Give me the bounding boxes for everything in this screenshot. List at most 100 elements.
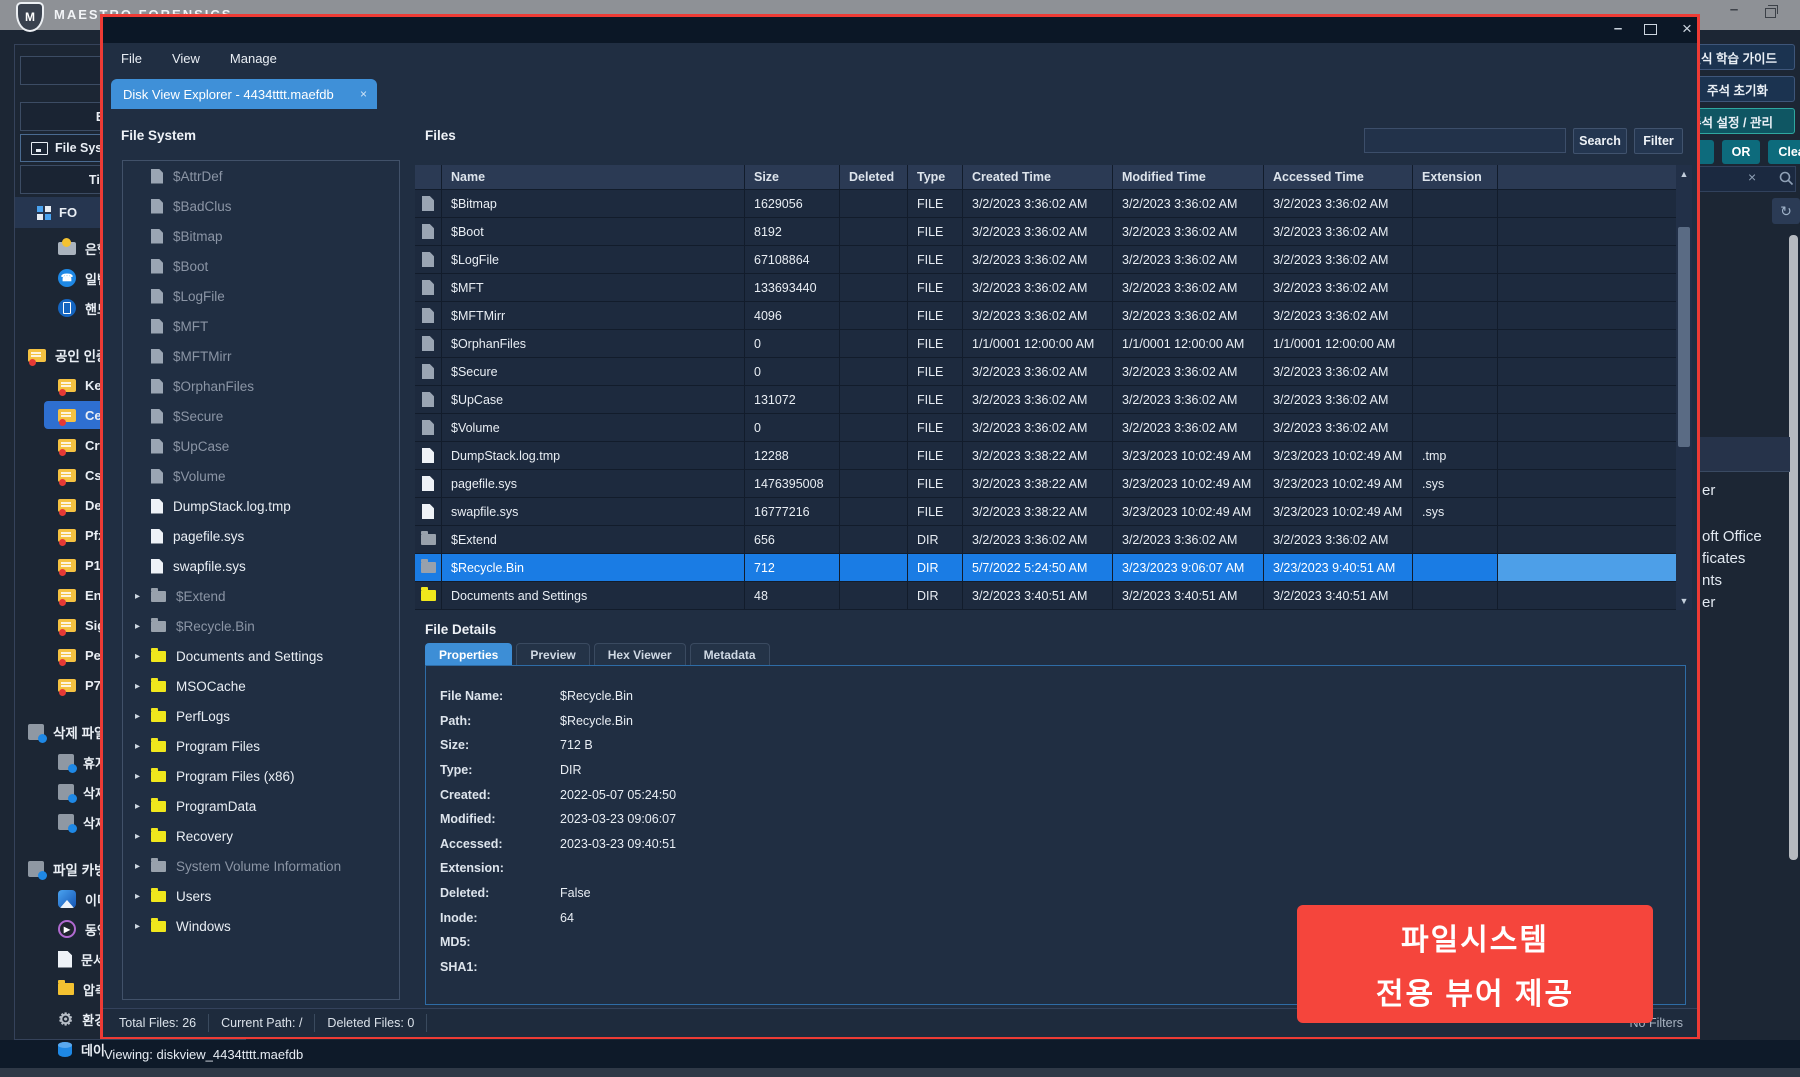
tree-item[interactable]: $Boot: [123, 251, 399, 281]
search-button[interactable]: Search: [1573, 128, 1627, 154]
table-row[interactable]: DumpStack.log.tmp 12288 FILE 3/2/2023 3:…: [415, 442, 1692, 470]
tab-disk-view-explorer[interactable]: Disk View Explorer - 4434tttt.maefdb ×: [111, 79, 377, 109]
app-restore-icon[interactable]: [1765, 8, 1776, 18]
property-label: MD5:: [426, 935, 560, 949]
expand-arrow-icon[interactable]: ▸: [135, 831, 151, 842]
details-tab[interactable]: Metadata: [690, 643, 770, 666]
table-row[interactable]: $Recycle.Bin 712 DIR 5/7/2022 5:24:50 AM…: [415, 554, 1692, 582]
cell-blank: [1498, 274, 1692, 302]
header-type[interactable]: Type: [908, 165, 963, 190]
header-created[interactable]: Created Time: [963, 165, 1113, 190]
tree-item[interactable]: $MFTMirr: [123, 341, 399, 371]
tree-item[interactable]: ▸ Recovery: [123, 821, 399, 851]
table-row[interactable]: $LogFile 67108864 FILE 3/2/2023 3:36:02 …: [415, 246, 1692, 274]
tree-item-icon: [151, 621, 166, 632]
property-row: Created: 2022-05-07 05:24:50: [426, 782, 1685, 807]
tree-item[interactable]: ▸ System Volume Information: [123, 851, 399, 881]
tab-title: Disk View Explorer - 4434tttt.maefdb: [123, 87, 334, 102]
table-row[interactable]: Documents and Settings 48 DIR 3/2/2023 3…: [415, 582, 1692, 610]
table-scrollbar[interactable]: ▲ ▼: [1676, 165, 1692, 610]
menu-view[interactable]: View: [172, 51, 200, 66]
refresh-icon[interactable]: ↻: [1772, 198, 1800, 224]
tree-item[interactable]: $Secure: [123, 401, 399, 431]
cell-size: 656: [745, 526, 840, 554]
expand-arrow-icon[interactable]: ▸: [135, 801, 151, 812]
expand-arrow-icon[interactable]: ▸: [135, 621, 151, 632]
header-size[interactable]: Size: [745, 165, 840, 190]
dialog-minimize-icon[interactable]: –: [1608, 20, 1628, 37]
tree-item[interactable]: ▸ $Recycle.Bin: [123, 611, 399, 641]
scroll-up-icon[interactable]: ▲: [1676, 167, 1692, 181]
files-title: Files: [425, 128, 456, 143]
tree-item[interactable]: $Bitmap: [123, 221, 399, 251]
expand-arrow-icon[interactable]: ▸: [135, 741, 151, 752]
tree-item[interactable]: DumpStack.log.tmp: [123, 491, 399, 521]
tree-item[interactable]: ▸ Windows: [123, 911, 399, 941]
expand-arrow-icon[interactable]: ▸: [135, 891, 151, 902]
dialog-maximize-icon[interactable]: [1644, 24, 1657, 35]
tree-item-icon: [151, 771, 166, 782]
tree-item[interactable]: ▸ Users: [123, 881, 399, 911]
tree-item[interactable]: $BadClus: [123, 191, 399, 221]
clear-search-icon[interactable]: ×: [1748, 169, 1756, 185]
clear-pill-button[interactable]: Clear: [1768, 140, 1800, 164]
expand-arrow-icon[interactable]: ▸: [135, 861, 151, 872]
header-accessed[interactable]: Accessed Time: [1264, 165, 1413, 190]
table-row[interactable]: $MFTMirr 4096 FILE 3/2/2023 3:36:02 AM 3…: [415, 302, 1692, 330]
table-row[interactable]: $Extend 656 DIR 3/2/2023 3:36:02 AM 3/2/…: [415, 526, 1692, 554]
tree-item[interactable]: ▸ MSOCache: [123, 671, 399, 701]
tree-item[interactable]: ▸ PerfLogs: [123, 701, 399, 731]
tree-item[interactable]: $OrphanFiles: [123, 371, 399, 401]
expand-arrow-icon[interactable]: ▸: [135, 591, 151, 602]
table-row[interactable]: $OrphanFiles 0 FILE 1/1/0001 12:00:00 AM…: [415, 330, 1692, 358]
or-pill-button[interactable]: OR: [1722, 140, 1760, 164]
table-row[interactable]: $UpCase 131072 FILE 3/2/2023 3:36:02 AM …: [415, 386, 1692, 414]
details-tab[interactable]: Properties: [425, 643, 512, 666]
search-icon[interactable]: [1779, 171, 1794, 191]
details-tab[interactable]: Hex Viewer: [594, 643, 686, 666]
tree-item[interactable]: ▸ Program Files (x86): [123, 761, 399, 791]
tree-item[interactable]: ▸ $Extend: [123, 581, 399, 611]
scrollbar-thumb[interactable]: [1678, 227, 1690, 447]
tree-item[interactable]: pagefile.sys: [123, 521, 399, 551]
tree-item[interactable]: $UpCase: [123, 431, 399, 461]
menu-file[interactable]: File: [121, 51, 142, 66]
header-modified[interactable]: Modified Time: [1113, 165, 1264, 190]
table-row[interactable]: $Secure 0 FILE 3/2/2023 3:36:02 AM 3/2/2…: [415, 358, 1692, 386]
expand-arrow-icon[interactable]: ▸: [135, 711, 151, 722]
tree-item[interactable]: $MFT: [123, 311, 399, 341]
table-row[interactable]: pagefile.sys 1476395008 FILE 3/2/2023 3:…: [415, 470, 1692, 498]
files-search-input[interactable]: [1364, 128, 1566, 153]
dialog-close-icon[interactable]: ×: [1677, 19, 1697, 39]
table-row[interactable]: $MFT 133693440 FILE 3/2/2023 3:36:02 AM …: [415, 274, 1692, 302]
table-row[interactable]: $Volume 0 FILE 3/2/2023 3:36:02 AM 3/2/2…: [415, 414, 1692, 442]
tree-item[interactable]: $Volume: [123, 461, 399, 491]
tree-item[interactable]: ▸ Documents and Settings: [123, 641, 399, 671]
tree-item[interactable]: ▸ ProgramData: [123, 791, 399, 821]
expand-arrow-icon[interactable]: ▸: [135, 651, 151, 662]
tree-item[interactable]: $LogFile: [123, 281, 399, 311]
filter-button[interactable]: Filter: [1634, 128, 1683, 154]
menu-manage[interactable]: Manage: [230, 51, 277, 66]
expand-arrow-icon[interactable]: ▸: [135, 771, 151, 782]
expand-arrow-icon[interactable]: ▸: [135, 681, 151, 692]
header-extension[interactable]: Extension: [1413, 165, 1498, 190]
tree-item[interactable]: ▸ Program Files: [123, 731, 399, 761]
disk-view-explorer-dialog: – × File View Manage Disk View Explorer …: [100, 14, 1700, 1039]
tab-close-icon[interactable]: ×: [360, 87, 367, 101]
tree-item-icon: [151, 711, 166, 722]
tree-item[interactable]: swapfile.sys: [123, 551, 399, 581]
tree-item[interactable]: $AttrDef: [123, 161, 399, 191]
header-deleted[interactable]: Deleted: [840, 165, 908, 190]
table-row[interactable]: swapfile.sys 16777216 FILE 3/2/2023 3:38…: [415, 498, 1692, 526]
tree-item-label: Users: [176, 889, 211, 904]
details-tab[interactable]: Preview: [516, 643, 589, 666]
table-row[interactable]: $Boot 8192 FILE 3/2/2023 3:36:02 AM 3/2/…: [415, 218, 1692, 246]
scroll-down-icon[interactable]: ▼: [1676, 594, 1692, 608]
dialog-titlebar[interactable]: – ×: [103, 17, 1697, 43]
header-name[interactable]: Name: [442, 165, 745, 190]
app-minimize-icon[interactable]: –: [1726, 3, 1742, 19]
expand-arrow-icon[interactable]: ▸: [135, 921, 151, 932]
tree-item-label: $MFT: [173, 319, 208, 334]
table-row[interactable]: $Bitmap 1629056 FILE 3/2/2023 3:36:02 AM…: [415, 190, 1692, 218]
